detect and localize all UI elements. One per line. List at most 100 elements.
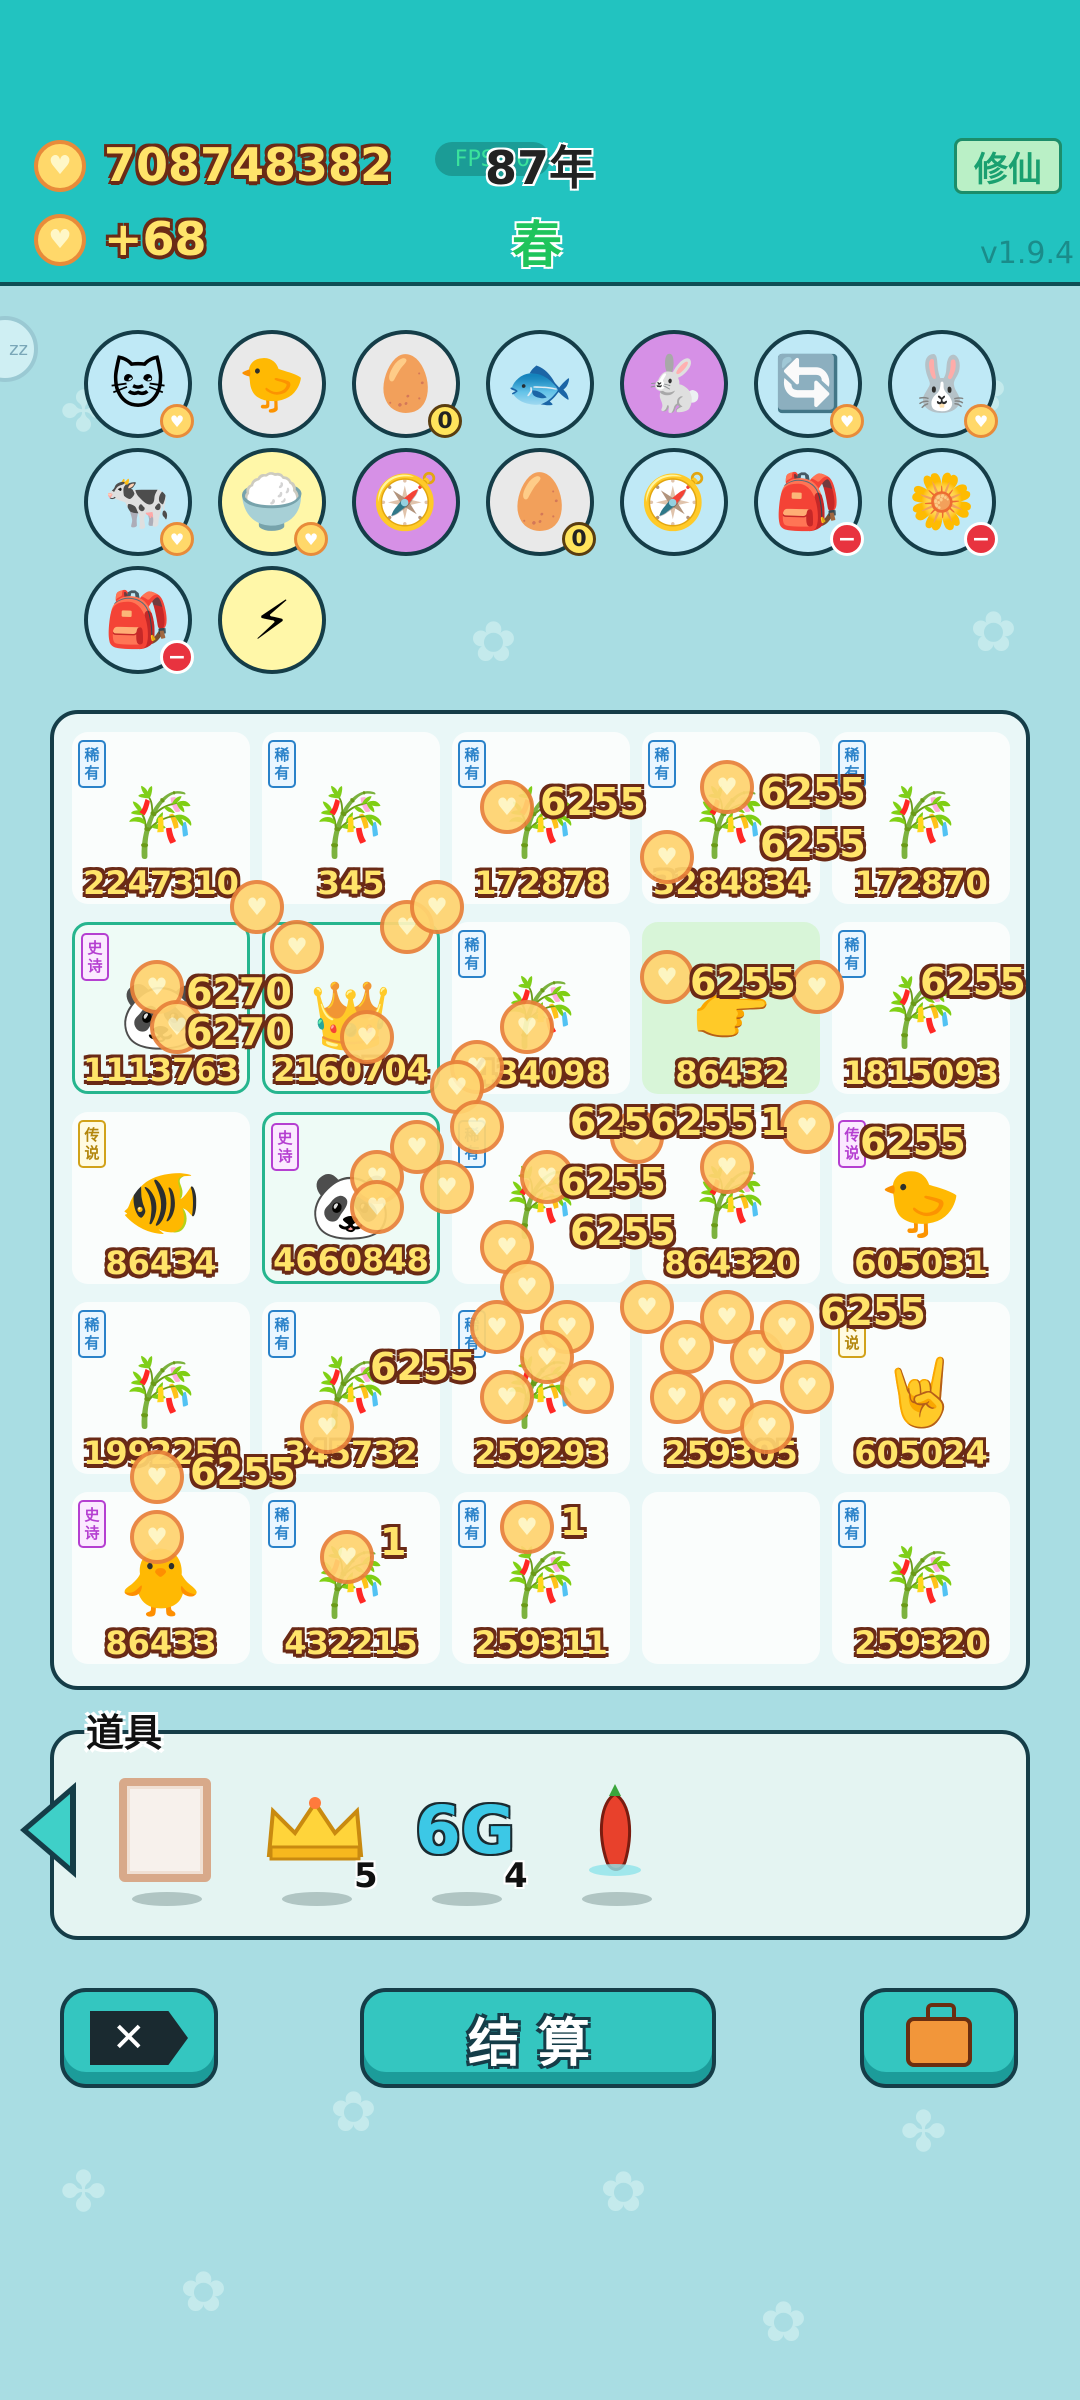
- tier-badge: 史诗: [78, 1500, 106, 1548]
- refresh-icon[interactable]: 🔄 ♥: [754, 330, 864, 438]
- tier-badge: 稀有: [458, 1500, 486, 1548]
- flying-coin-icon: ♥: [790, 960, 844, 1014]
- item-shadow: [282, 1892, 352, 1906]
- board-cell[interactable]: 👉 86432: [642, 922, 820, 1094]
- tier-badge: 传说: [78, 1120, 106, 1168]
- flying-coin-icon: ♥: [450, 1100, 504, 1154]
- floating-income-text: 6255: [560, 1160, 666, 1204]
- flying-coin-icon: ♥: [560, 1360, 614, 1414]
- cell-income-value: 259311: [474, 1624, 608, 1662]
- bunny-poster-icon[interactable]: 🐇: [620, 330, 728, 438]
- tier-badge: 稀有: [268, 1500, 296, 1548]
- board-cell[interactable]: 稀有 🎋 259320: [832, 1492, 1010, 1664]
- unit-art-icon: 🎋: [119, 784, 203, 861]
- flying-coin-icon: ♥: [270, 920, 324, 974]
- cell-income-value: 86432: [675, 1054, 787, 1092]
- flying-coin-icon: ♥: [410, 880, 464, 934]
- compass-icon[interactable]: 🧭: [620, 448, 728, 556]
- delete-button[interactable]: ✕: [60, 1988, 218, 2088]
- tier-badge: 稀有: [458, 930, 486, 978]
- cell-income-value: 259320: [854, 1624, 988, 1662]
- remove-badge-icon: −: [830, 522, 864, 556]
- cultivate-button[interactable]: 修仙: [954, 138, 1062, 194]
- header-divider: [0, 282, 1080, 285]
- rice-bowl-icon[interactable]: 🍚 ♥: [218, 448, 328, 556]
- egg-tray-icon[interactable]: 🥚 0: [486, 448, 596, 556]
- floating-income-text: 6255: [190, 1450, 296, 1494]
- items-title: 道具: [86, 1711, 163, 1755]
- delete-icon: ✕: [90, 2011, 188, 2065]
- chili-pepper-icon[interactable]: [560, 1770, 670, 1890]
- cat-icon[interactable]: 🐱 ♥: [84, 330, 194, 438]
- egg-tray-icon[interactable]: 🥚 0: [352, 330, 462, 438]
- flower-pot-icon[interactable]: 🌼 −: [888, 448, 998, 556]
- cell-income-value: 605031: [854, 1244, 988, 1282]
- cows-icon[interactable]: 🐄 ♥: [84, 448, 194, 556]
- flying-coin-icon: ♥: [780, 1100, 834, 1154]
- unit-art-icon: 🐤: [879, 1164, 963, 1241]
- tier-badge: 稀有: [838, 1500, 866, 1548]
- lightning-icon[interactable]: ⚡: [218, 566, 326, 674]
- rabbit-icon[interactable]: 🐰 ♥: [888, 330, 998, 438]
- version-label: v1.9.4: [980, 236, 1075, 271]
- board-cell[interactable]: 稀有 🎋 2247310: [72, 732, 250, 904]
- unit-art-icon: 🎋: [119, 1354, 203, 1431]
- board-cell[interactable]: 传说 🐠 86434: [72, 1112, 250, 1284]
- flying-coin-icon: ♥: [480, 780, 534, 834]
- board-cell[interactable]: 稀有 🎋 1815093: [832, 922, 1010, 1094]
- settle-button[interactable]: 结算: [360, 1988, 716, 2088]
- 6g-count: 4: [504, 1856, 528, 1896]
- chick-egg-icon[interactable]: 🐤: [218, 330, 326, 438]
- board-cell[interactable]: 稀有🎋1992250: [72, 1302, 250, 1474]
- coin-badge-icon: ♥: [160, 522, 194, 556]
- compass-purple-icon[interactable]: 🧭: [352, 448, 460, 556]
- cell-income-value: 4660848: [273, 1241, 429, 1279]
- count-badge: 0: [428, 404, 462, 438]
- tier-badge: 稀有: [458, 740, 486, 788]
- unit-art-icon: 🎋: [499, 1544, 583, 1621]
- tier-badge: 稀有: [78, 1310, 106, 1358]
- board-cell[interactable]: 稀有 🎋 172870: [832, 732, 1010, 904]
- flying-coin-icon: ♥: [420, 1160, 474, 1214]
- coin-badge-icon: ♥: [830, 404, 864, 438]
- item-shadow: [132, 1892, 202, 1906]
- inventory-button[interactable]: [860, 1988, 1018, 2088]
- season-label: 春: [512, 216, 562, 274]
- floating-income-text: 6255: [860, 1120, 966, 1164]
- floating-income-text: 6255: [540, 780, 646, 824]
- flying-coin-icon: ♥: [320, 1530, 374, 1584]
- seed-bag-icon[interactable]: 🎒 −: [754, 448, 864, 556]
- blank-card-icon[interactable]: [110, 1770, 220, 1890]
- background-pattern: ✿: [470, 610, 517, 675]
- background-pattern: ✿: [600, 2160, 647, 2225]
- briefcase-icon: [906, 2003, 972, 2067]
- tier-badge: 史诗: [271, 1123, 299, 1171]
- coin-badge-icon: ♥: [294, 522, 328, 556]
- sleep-badge[interactable]: zz: [0, 316, 38, 382]
- flying-coin-icon: ♥: [130, 1450, 184, 1504]
- board-cell[interactable]: [642, 1492, 820, 1664]
- floating-income-text: 1: [380, 1520, 407, 1564]
- tier-badge: 稀有: [268, 1310, 296, 1358]
- floating-income-text: 6270: [186, 970, 292, 1014]
- floating-income-text: 6255: [690, 960, 796, 1004]
- gold-rate: +68: [104, 212, 207, 266]
- seed-bag-icon[interactable]: 🎒 −: [84, 566, 194, 674]
- unit-art-icon: 🐠: [119, 1164, 203, 1241]
- year-label: 87年: [485, 141, 596, 195]
- flying-coin-icon: ♥: [760, 1300, 814, 1354]
- floating-income-text: 6255: [570, 1210, 676, 1254]
- floating-income-text: 6255: [370, 1345, 476, 1389]
- tier-badge: 稀有: [648, 740, 676, 788]
- flying-coin-icon: ♥: [350, 1180, 404, 1234]
- board-cell[interactable]: 稀有 🎋 345: [262, 732, 440, 904]
- floating-income-text: 1: [560, 1500, 587, 1544]
- floating-income-text: 1: [760, 1100, 787, 1144]
- flying-coin-icon: ♥: [500, 1500, 554, 1554]
- flying-coin-icon: ♥: [470, 1300, 524, 1354]
- fishbowl-icon[interactable]: 🐟: [486, 330, 594, 438]
- unit-art-icon: 🎋: [879, 1544, 963, 1621]
- cell-income-value: 432215: [284, 1624, 418, 1662]
- tray-left-arrow-fill: [28, 1794, 70, 1866]
- background-pattern: ✿: [760, 2290, 807, 2355]
